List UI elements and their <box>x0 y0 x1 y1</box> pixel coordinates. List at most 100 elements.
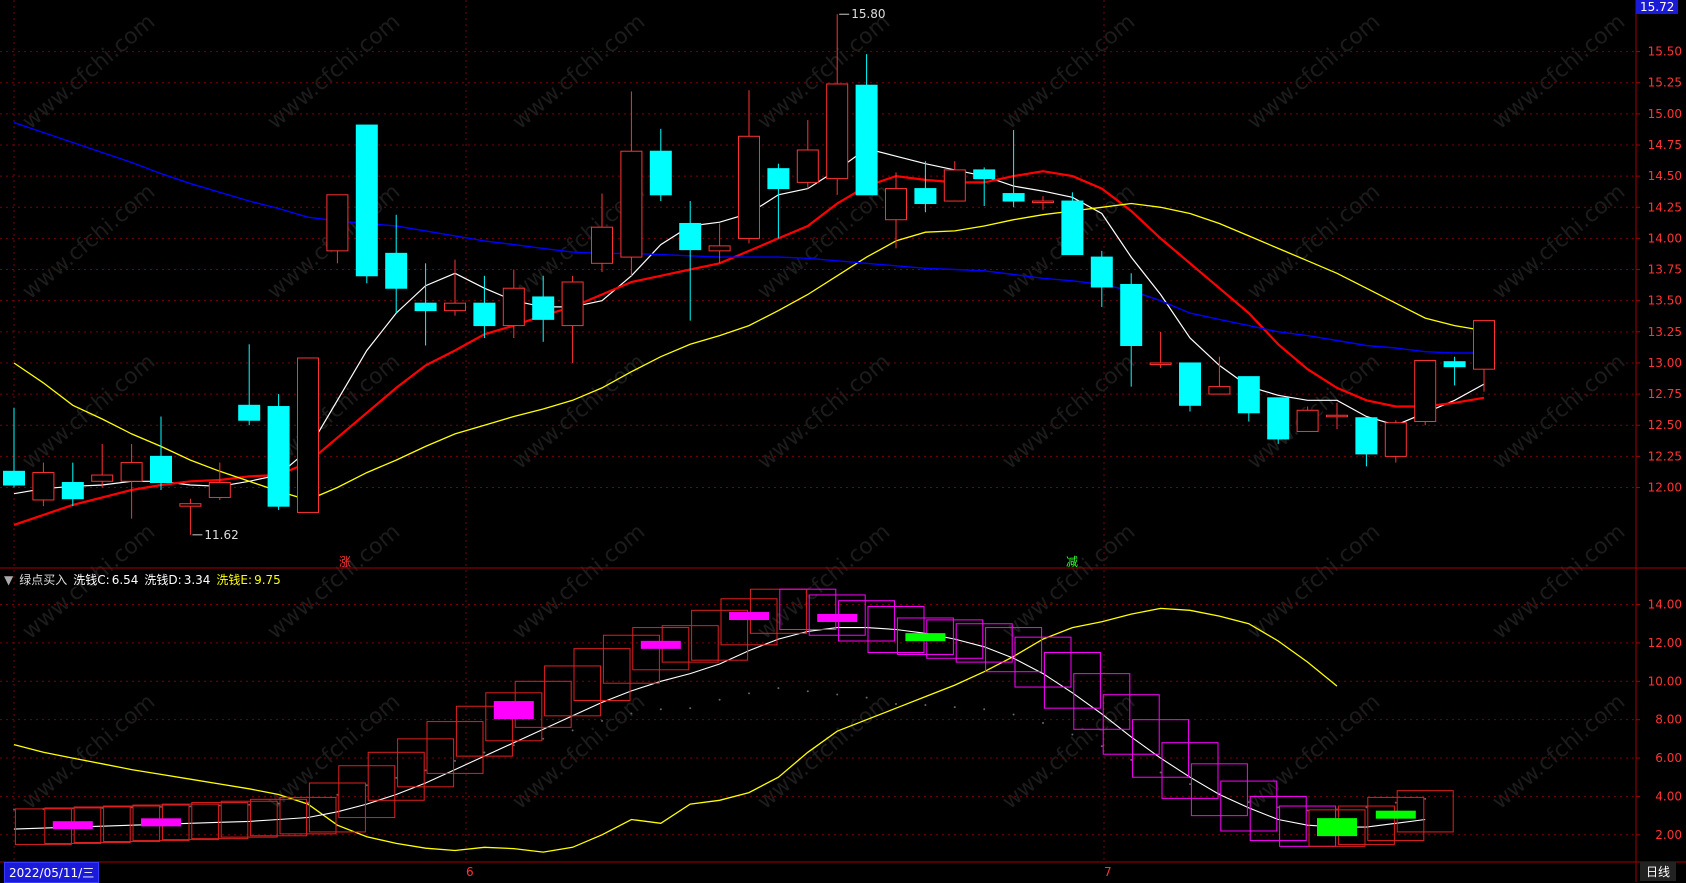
indicator-dot <box>1130 758 1133 761</box>
candle-body <box>238 404 261 421</box>
candle-body <box>1296 409 1319 432</box>
indicator-dot <box>189 805 192 808</box>
indicator-dot <box>924 703 927 706</box>
indicator-dot <box>777 687 780 690</box>
indicator-highlight <box>729 612 769 621</box>
indicator-dot <box>1365 806 1368 809</box>
indicator-dot <box>1159 771 1162 774</box>
indicator-dot <box>601 719 603 722</box>
candle-body <box>943 169 966 202</box>
candle-body <box>32 472 55 501</box>
candle-body <box>1414 359 1437 422</box>
indicator-dot <box>806 690 809 693</box>
indicator-dot <box>160 805 162 808</box>
indicator-highlight <box>141 818 181 827</box>
candle-body <box>473 302 496 327</box>
candle-body <box>91 474 114 482</box>
annotation-label: 11.62 <box>204 528 238 542</box>
candle-body <box>1090 256 1113 288</box>
candle-body <box>591 226 613 264</box>
candle-body <box>502 287 525 327</box>
chevron-down-icon[interactable]: ▼ <box>4 573 13 587</box>
price-tick-label: 14.00 <box>1648 231 1682 245</box>
candle-body <box>738 135 760 239</box>
indicator-dot <box>630 712 633 715</box>
indicator-tick-label: 10.00 <box>1648 674 1682 688</box>
indicator-dot <box>336 793 339 796</box>
indicator-dot <box>365 784 368 787</box>
price-tick-label: 12.50 <box>1648 418 1682 432</box>
stock-chart[interactable]: 12.00 12.25 12.50 12.75 13.00 13.25 13.50 13.75… <box>0 0 1686 882</box>
candle-body <box>767 168 790 190</box>
indicator-dot <box>1306 809 1309 812</box>
indicator-dot <box>1012 713 1015 716</box>
candle <box>267 394 290 510</box>
price-tick-label: 12.75 <box>1648 387 1682 401</box>
candle-body <box>1326 414 1348 418</box>
indicator-highlight <box>817 613 858 622</box>
candle-body <box>1149 362 1172 365</box>
candle-body <box>297 357 319 513</box>
candle-body <box>1267 397 1290 440</box>
indicator-dot <box>718 698 721 701</box>
month-label-july: 7 <box>1104 865 1112 879</box>
period-button[interactable]: 日线 <box>1640 862 1677 881</box>
candle-body <box>444 302 466 312</box>
indicator-dot <box>1042 721 1044 724</box>
candle <box>1414 359 1437 426</box>
month-label-june: 6 <box>466 865 474 879</box>
candle-body <box>61 482 84 500</box>
candle-body <box>1208 386 1231 395</box>
candle-body <box>414 302 437 312</box>
price-tick-label: 13.75 <box>1648 263 1682 277</box>
indicator-tick-label: 6.00 <box>1655 751 1682 765</box>
candle-body <box>679 222 702 251</box>
candle-body <box>120 462 143 482</box>
indicator-dot <box>953 706 956 709</box>
indicator-name[interactable]: 绿点买入 <box>19 573 67 587</box>
candle-body <box>1032 200 1054 204</box>
indicator-tick-label: 12.00 <box>1648 636 1682 650</box>
candle <box>1061 192 1084 256</box>
indicator-tick-label: 14.00 <box>1648 598 1682 612</box>
candle-body <box>267 406 290 507</box>
indicator-dot <box>218 804 221 807</box>
candle-body <box>1355 417 1378 455</box>
indicator-highlight <box>52 821 93 830</box>
indicator-dot <box>542 737 545 740</box>
price-tick-label: 12.25 <box>1648 449 1682 463</box>
indicator-dot <box>836 693 839 696</box>
indicator-dot <box>395 776 398 779</box>
candle-body <box>855 84 878 196</box>
indicator-dot <box>13 808 15 811</box>
cursor-date: 2022/05/11/三 <box>4 862 100 883</box>
indicator-highlight <box>1375 810 1416 819</box>
candle <box>355 124 378 284</box>
indicator-tick-label: 2.00 <box>1655 828 1682 842</box>
indicator-dot <box>983 708 986 711</box>
candle-body <box>561 281 584 327</box>
indicator-tick-label: 8.00 <box>1655 713 1682 727</box>
fall-marker: 减 <box>1066 555 1078 569</box>
indicator-dot <box>1277 806 1280 809</box>
candle-body <box>1002 193 1025 202</box>
price-tick-label: 15.00 <box>1648 107 1682 121</box>
indicator-dot <box>130 806 133 809</box>
indicator-dot <box>571 729 574 732</box>
indicator-highlight <box>640 640 681 649</box>
indicator-d-label: 洗钱D: <box>144 573 182 587</box>
candle <box>1267 397 1290 444</box>
price-tick-label: 13.00 <box>1648 356 1682 370</box>
candle-body <box>385 252 408 289</box>
candle <box>1296 406 1319 432</box>
indicator-c-value: 6.54 <box>111 573 139 587</box>
indicator-dot <box>1424 797 1427 800</box>
price-tick-label: 14.50 <box>1648 169 1682 183</box>
candle-body <box>973 169 996 180</box>
candle-body <box>179 503 202 507</box>
candle-body <box>1384 422 1407 457</box>
price-tick-label: 12.00 <box>1648 481 1682 495</box>
indicator-e-value: 9.75 <box>254 573 281 587</box>
indicator-highlight <box>1317 818 1357 837</box>
candle-body <box>208 482 231 498</box>
